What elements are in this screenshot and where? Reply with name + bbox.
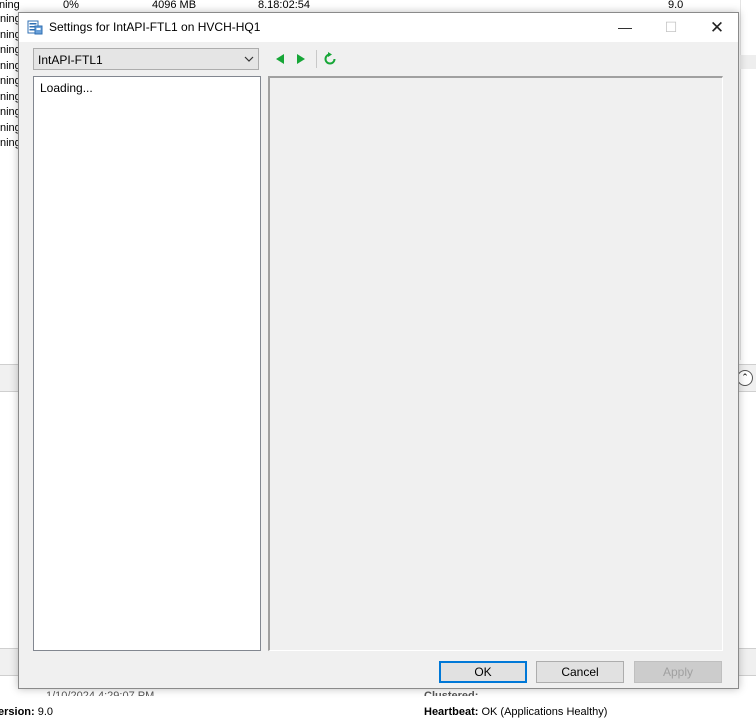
dialog-toolbar: IntAPI-FTL1 (33, 48, 723, 72)
chevron-down-icon (244, 56, 254, 62)
ok-button[interactable]: OK (439, 661, 527, 683)
apply-button[interactable]: Apply (634, 661, 722, 683)
bg-divider (740, 0, 741, 360)
loading-status-text: Loading... (40, 81, 93, 95)
bg-vm-memory: 4096 MB (152, 0, 197, 11)
cancel-button[interactable]: Cancel (536, 661, 624, 683)
bg-heartbeat-value: OK (Applications Healthy) (481, 706, 608, 718)
bg-clustered-label: Clustered: (424, 690, 479, 696)
background-vm-row: ning 0% 4096 MB 8.18:02:54 9.0 (0, 0, 756, 12)
bg-heartbeat-info: Heartbeat: OK (Applications Healthy) (424, 706, 607, 718)
maximize-button[interactable]: ☐ (648, 13, 694, 42)
settings-tree-pane[interactable]: Loading... (33, 76, 261, 651)
settings-dialog: Settings for IntAPI-FTL1 on HVCH-HQ1 — ☐… (18, 12, 739, 689)
vm-selector-dropdown[interactable]: IntAPI-FTL1 (33, 48, 259, 70)
bg-version-value: 9.0 (37, 706, 54, 718)
vm-selector-value: IntAPI-FTL1 (38, 53, 103, 67)
dialog-title: Settings for IntAPI-FTL1 on HVCH-HQ1 (49, 20, 261, 34)
dialog-titlebar[interactable]: Settings for IntAPI-FTL1 on HVCH-HQ1 — ☐… (19, 13, 738, 42)
settings-details-pane (268, 76, 723, 651)
bg-vm-state: ning (0, 0, 20, 11)
minimize-button[interactable]: — (602, 13, 648, 42)
previous-arrow-icon[interactable] (273, 52, 287, 66)
refresh-icon[interactable] (323, 52, 337, 66)
toolbar-separator (316, 50, 317, 68)
bg-heartbeat-label: Heartbeat: (424, 706, 479, 718)
next-arrow-icon[interactable] (294, 52, 308, 66)
bg-created-value: 1/10/2024 4:29:07 PM (46, 690, 155, 696)
bg-vm-uptime: 8.18:02:54 (258, 0, 310, 11)
bg-vm-cpu: 0% (63, 0, 79, 11)
bg-version-info: ersion: 9.0 (0, 706, 53, 718)
bg-vm-version: 9.0 (668, 0, 684, 11)
collapse-chevron-icon[interactable]: ⌃ (737, 370, 753, 386)
bg-selected-row-strip (740, 55, 756, 69)
settings-app-icon (27, 20, 43, 35)
close-button[interactable]: ✕ (694, 13, 740, 42)
bg-version-label: ersion: (0, 706, 35, 718)
